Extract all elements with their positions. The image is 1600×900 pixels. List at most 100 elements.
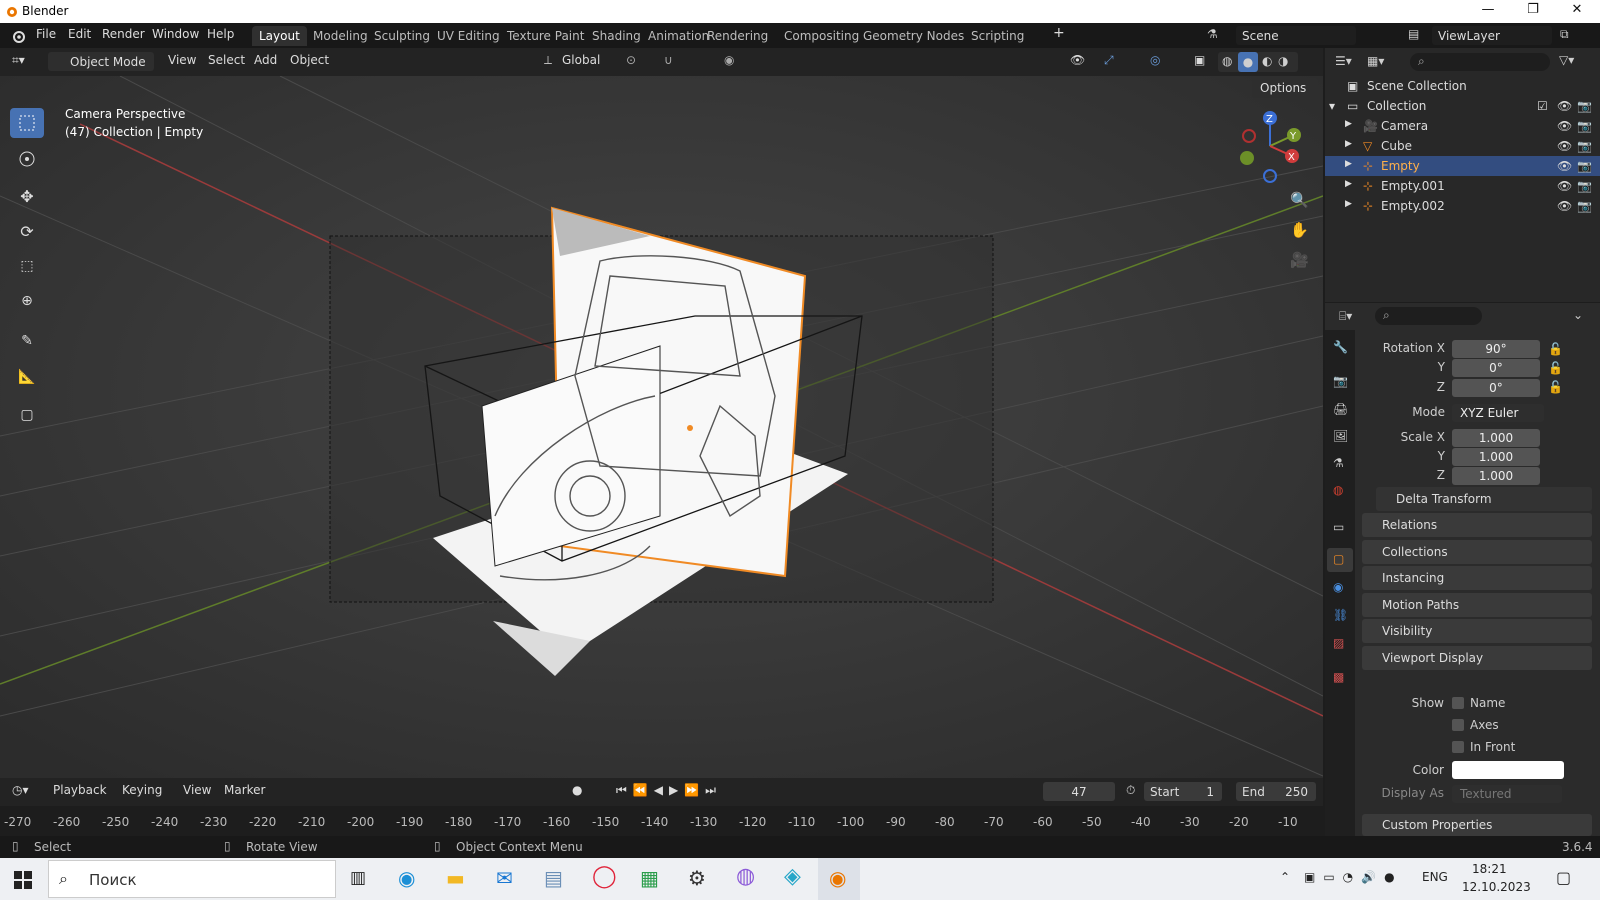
menu-edit[interactable]: Edit	[68, 27, 91, 41]
minimize-button[interactable]: —	[1465, 2, 1511, 17]
pivot-icon[interactable]: ⊙	[626, 53, 636, 67]
render-tab-icon[interactable]: 📷	[1333, 374, 1348, 388]
discord-icon[interactable]: ◍	[736, 864, 755, 889]
outliner-collection[interactable]: ▾ ▭ Collection ☑ 👁 📷	[1325, 96, 1600, 116]
menu-file[interactable]: File	[36, 27, 56, 41]
options-dropdown[interactable]: Options	[1252, 78, 1318, 98]
panel-viewport-display[interactable]: Viewport Display	[1362, 646, 1592, 670]
snap-icon[interactable]: ∪	[664, 53, 673, 67]
expand-arrow-icon[interactable]: ▶	[1345, 139, 1352, 149]
texture-tab-icon[interactable]: ▩	[1333, 670, 1344, 684]
display-as-dropdown[interactable]: Textured	[1452, 785, 1562, 803]
mail-icon[interactable]: ✉	[496, 866, 513, 890]
photos-icon[interactable]: ▤	[544, 866, 563, 890]
properties-editor-icon[interactable]: ⌸▾	[1339, 309, 1352, 324]
menu-timeline-view[interactable]: View	[183, 783, 211, 797]
file-explorer-icon[interactable]: ▬	[446, 866, 465, 890]
mode-dropdown[interactable]: Object Mode	[48, 52, 154, 71]
properties-search-input[interactable]: ⌕	[1375, 307, 1482, 325]
language-indicator[interactable]: ENG	[1422, 870, 1448, 884]
transform-tool[interactable]: ⊕	[10, 286, 44, 316]
collection-tab-icon[interactable]: ▭	[1333, 520, 1344, 534]
object-tab[interactable]: ▢	[1327, 548, 1353, 572]
new-viewlayer-icon[interactable]: ⧉	[1560, 27, 1569, 42]
current-frame-field[interactable]: 47	[1043, 782, 1115, 801]
proportional-edit-icon[interactable]: ◉	[724, 53, 734, 67]
outliner-item[interactable]: ▶ ⊹ Empty.002 👁 📷	[1325, 196, 1600, 216]
record-icon[interactable]: ●	[572, 783, 582, 797]
menu-add[interactable]: Add	[254, 53, 277, 67]
menu-window[interactable]: Window	[152, 27, 199, 41]
3d-viewport[interactable]: ✥ ⟳ ⬚ ⊕ ✎ 📐 ▢ Camera Perspective (47) Co…	[0, 76, 1323, 778]
scene-field[interactable]: Scene	[1236, 26, 1356, 45]
solid-shading-icon[interactable]: ●	[1238, 52, 1258, 72]
outliner-item[interactable]: ▶ ⊹ Empty 👁 📷	[1325, 156, 1600, 176]
edge-icon[interactable]: ◉	[398, 866, 415, 890]
workspace-tab-scripting[interactable]: Scripting	[964, 26, 1031, 46]
start-frame-field[interactable]: Start 1	[1144, 782, 1222, 801]
outliner-editor-icon[interactable]: ☰▾	[1335, 54, 1352, 68]
render-camera-icon[interactable]: 📷	[1577, 159, 1592, 173]
menu-view[interactable]: View	[168, 53, 196, 67]
view-layer-tab-icon[interactable]: 🖼	[1333, 429, 1348, 443]
end-frame-field[interactable]: End 250	[1236, 782, 1316, 801]
workspace-tab-texture-paint[interactable]: Texture Paint	[500, 26, 591, 46]
workspace-tab-sculpting[interactable]: Sculpting	[367, 26, 437, 46]
rotation-mode-dropdown[interactable]: XYZ Euler	[1452, 404, 1544, 422]
expand-arrow-icon[interactable]: ▶	[1345, 159, 1352, 169]
workspace-tab-uv-editing[interactable]: UV Editing	[430, 26, 507, 46]
timeline-editor-icon[interactable]: ◷▾	[12, 783, 29, 797]
lock-icons[interactable]: 🔓 🔓 🔓	[1548, 340, 1563, 397]
pan-hand-icon[interactable]: ✋	[1290, 221, 1309, 239]
select-box-tool[interactable]	[10, 108, 44, 138]
blender-taskbar-button[interactable]: ◉	[818, 858, 860, 900]
eye-icon[interactable]: 👁	[1557, 179, 1572, 193]
menu-object[interactable]: Object	[290, 53, 329, 67]
panel-custom-properties[interactable]: Custom Properties	[1362, 814, 1592, 836]
menu-select[interactable]: Select	[208, 53, 245, 67]
eye-icon[interactable]: 👁	[1557, 139, 1572, 153]
playback-controls[interactable]: ⏮⏪◀▶⏩⏭	[616, 783, 722, 798]
navigation-gizmo[interactable]: Z Y X	[1232, 108, 1302, 186]
render-camera-icon[interactable]: 📷	[1577, 119, 1592, 133]
gizmo-icon[interactable]: ⤢	[1104, 53, 1114, 68]
panel-motion-paths[interactable]: Motion Paths	[1362, 593, 1592, 617]
output-tab-icon[interactable]: 🖨	[1333, 402, 1348, 416]
panel-collections[interactable]: Collections	[1362, 540, 1592, 564]
selected-empty-origin[interactable]	[687, 425, 693, 431]
color-swatch[interactable]	[1452, 761, 1564, 779]
scene-icon[interactable]: ⚗	[1207, 27, 1218, 41]
move-tool[interactable]: ✥	[10, 181, 44, 211]
constraints-tab-icon[interactable]: ⛓	[1333, 608, 1348, 622]
zoom-icon[interactable]: 🔍	[1290, 191, 1309, 209]
menu-marker[interactable]: Marker	[224, 783, 265, 797]
render-camera-icon[interactable]: 📷	[1577, 139, 1592, 153]
render-camera-icon[interactable]: 📷	[1577, 199, 1592, 213]
menu-playback[interactable]: Playback	[53, 783, 107, 797]
calculator-icon[interactable]: ▦	[640, 866, 659, 890]
filter-icon[interactable]: ▽▾	[1559, 53, 1574, 67]
add-cube-tool[interactable]: ▢	[10, 400, 44, 430]
display-mode-icon[interactable]: ▦▾	[1367, 54, 1384, 68]
eye-icon[interactable]: 👁	[1557, 119, 1572, 133]
world-tab-icon[interactable]: ◍	[1333, 483, 1343, 497]
collection-checkbox[interactable]: ☑	[1537, 99, 1548, 113]
show-axes-checkbox[interactable]	[1452, 719, 1464, 731]
eye-icon[interactable]: 👁	[1557, 199, 1572, 213]
workspace-tab-modeling[interactable]: Modeling	[306, 26, 375, 46]
tray-icons[interactable]: ▣▭◔🔊●	[1304, 870, 1403, 884]
rotation-x-field[interactable]: 90°	[1452, 340, 1540, 358]
clock-date[interactable]: 12.10.2023	[1462, 880, 1531, 894]
workspace-tab-shading[interactable]: Shading	[585, 26, 648, 46]
panel-relations[interactable]: Relations	[1362, 513, 1592, 537]
eye-icon[interactable]: 👁	[1557, 159, 1572, 173]
editor-type-icon[interactable]: ⌗▾	[12, 53, 25, 68]
outliner-scene-collection[interactable]: ▣ Scene Collection	[1325, 76, 1600, 96]
panel-instancing[interactable]: Instancing	[1362, 566, 1592, 590]
workspace-tab-compositing[interactable]: Compositing	[777, 26, 866, 46]
wireframe-shading-icon[interactable]: ◍	[1222, 54, 1232, 68]
scale-tool[interactable]: ⬚	[10, 251, 44, 281]
blender-menu-icon[interactable]	[10, 28, 26, 44]
scale-y-field[interactable]: 1.000	[1452, 448, 1540, 466]
pin-chevron-icon[interactable]: ⌄	[1573, 308, 1583, 322]
